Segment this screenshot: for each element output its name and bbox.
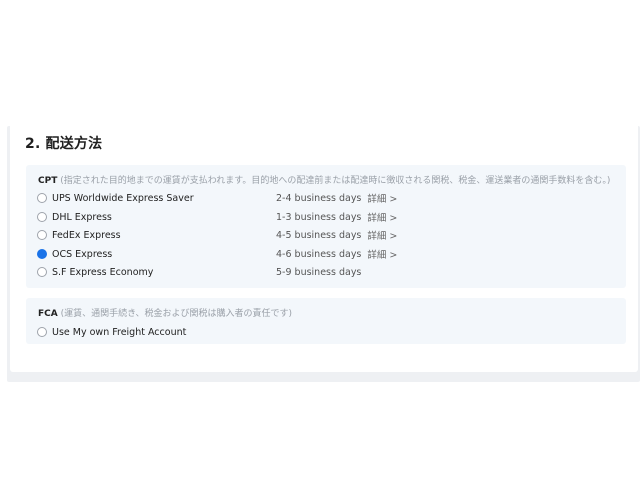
cpt-panel: CPT (指定された目的地までの運賃が支払われます。目的地への配達前または配達時… — [26, 165, 626, 288]
option-name: FedEx Express — [52, 229, 121, 241]
detail-link[interactable]: 詳細 > — [367, 228, 397, 242]
radio-button[interactable] — [37, 327, 47, 337]
option-days: 4-5 business days — [276, 229, 362, 241]
cpt-code: CPT — [38, 176, 58, 186]
cpt-note: (指定された目的地までの運賃が支払われます。目的地への配達前または配達時に徴収さ… — [60, 176, 611, 186]
shipping-option-ocs[interactable]: OCS Express 4-6 business days 詳細 > — [37, 247, 617, 261]
option-days: 1-3 business days — [276, 211, 362, 223]
radio-button[interactable] — [37, 267, 47, 277]
fca-panel: FCA (運賃、通関手続き、税金および関税は購入者の責任です) Use My o… — [26, 298, 626, 344]
radio-button[interactable] — [37, 193, 47, 203]
radio-button-selected[interactable] — [37, 249, 47, 259]
shipping-option-own-account[interactable]: Use My own Freight Account — [37, 325, 617, 339]
option-name: OCS Express — [52, 248, 113, 260]
option-days: 5-9 business days — [276, 266, 362, 278]
fca-header: FCA (運賃、通関手続き、税金および関税は購入者の責任です) — [38, 306, 292, 319]
option-name: DHL Express — [52, 211, 112, 223]
option-name: S.F Express Economy — [52, 266, 154, 278]
option-days: 2-4 business days — [276, 192, 362, 204]
radio-button[interactable] — [37, 212, 47, 222]
detail-link[interactable]: 詳細 > — [367, 210, 397, 224]
option-days: 4-6 business days — [276, 248, 362, 260]
cpt-header: CPT (指定された目的地までの運賃が支払われます。目的地への配達前または配達時… — [38, 173, 610, 186]
fca-note: (運賃、通関手続き、税金および関税は購入者の責任です) — [60, 309, 292, 319]
shipping-option-fedex[interactable]: FedEx Express 4-5 business days 詳細 > — [37, 228, 617, 242]
option-name: Use My own Freight Account — [52, 326, 187, 338]
fca-code: FCA — [38, 309, 58, 319]
radio-button[interactable] — [37, 230, 47, 240]
shipping-option-dhl[interactable]: DHL Express 1-3 business days 詳細 > — [37, 210, 617, 224]
section-title: 2. 配送方法 — [25, 136, 103, 152]
option-name: UPS Worldwide Express Saver — [52, 192, 194, 204]
detail-link[interactable]: 詳細 > — [367, 191, 397, 205]
shipping-option-sf[interactable]: S.F Express Economy 5-9 business days — [37, 265, 617, 279]
shipping-option-ups[interactable]: UPS Worldwide Express Saver 2-4 business… — [37, 191, 617, 205]
detail-link[interactable]: 詳細 > — [367, 247, 397, 261]
